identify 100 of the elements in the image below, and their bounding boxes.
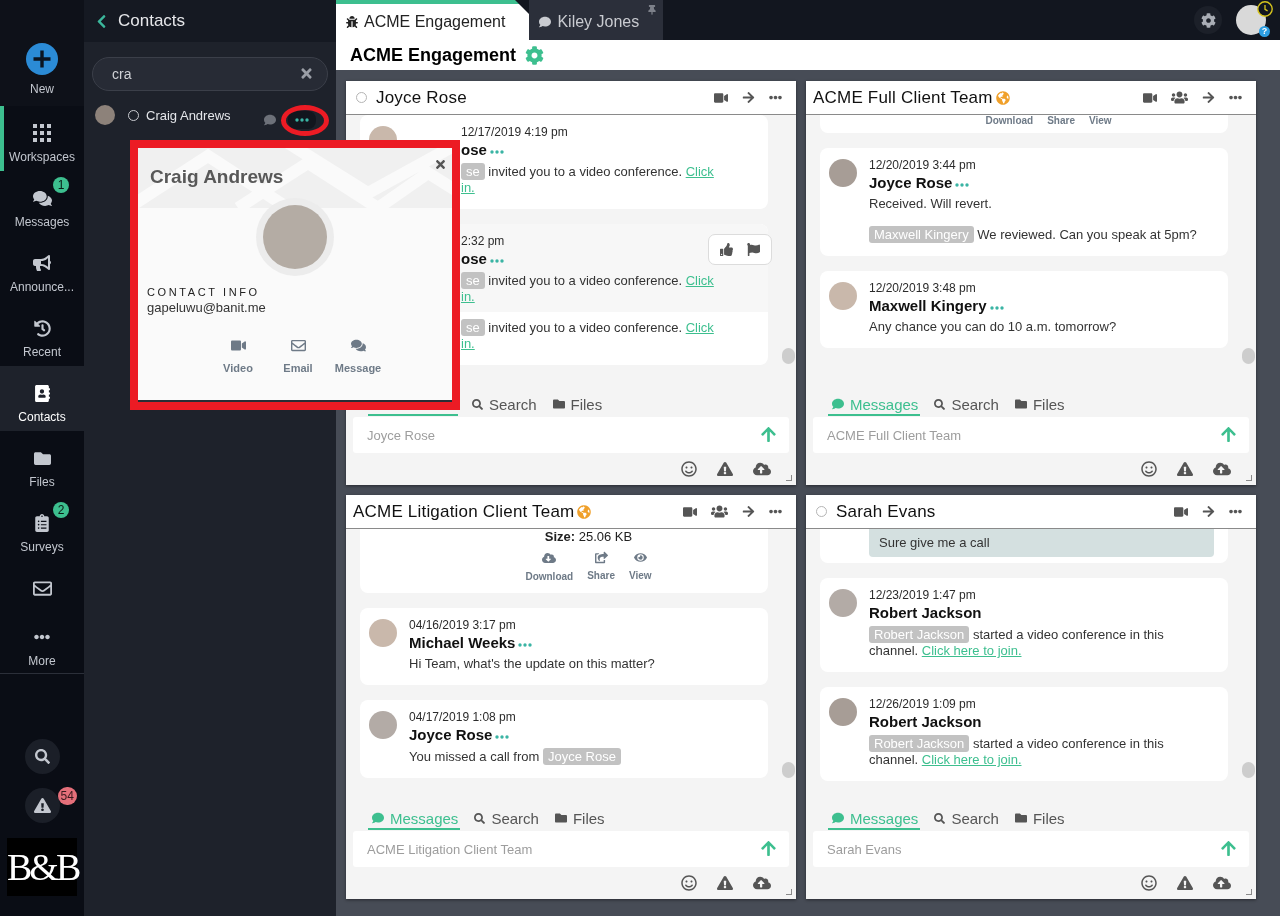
- envelope-icon[interactable]: [32, 578, 52, 598]
- message-text: Robert Jackson started a video conference in this channel. Click here to join.: [869, 626, 1165, 659]
- envelope-icon: [290, 338, 306, 353]
- message-date: 12/17/2019 4:19 pm: [461, 126, 569, 139]
- nav-item[interactable]: Surveys 2: [0, 496, 84, 561]
- chat-bubbles-icon[interactable]: [32, 188, 52, 208]
- search-tab[interactable]: Search: [930, 808, 1001, 830]
- mention-chip: Joyce Rose: [542, 748, 621, 765]
- view-button[interactable]: View: [1087, 115, 1114, 127]
- cloud-upload-icon[interactable]: [753, 460, 771, 478]
- clear-icon[interactable]: [299, 66, 314, 81]
- warning-icon[interactable]: [717, 461, 733, 477]
- nav-item[interactable]: Recent: [0, 301, 84, 366]
- emoji-icon[interactable]: [1141, 461, 1157, 477]
- settings-button[interactable]: [1194, 6, 1222, 34]
- scrollbar-thumb[interactable]: [782, 348, 795, 364]
- cloud-upload-icon[interactable]: [1213, 874, 1231, 892]
- video-button[interactable]: Video: [208, 338, 268, 375]
- scrollbar-thumb[interactable]: [1242, 348, 1255, 364]
- group-icon[interactable]: [711, 503, 728, 520]
- message-text: You missed a call from Joyce Rose: [409, 748, 744, 765]
- nav-item[interactable]: Workspaces: [0, 106, 84, 171]
- document-tab[interactable]: Kiley Jones: [529, 0, 664, 40]
- author-name: Maxwell Kingery: [869, 296, 987, 314]
- contact-name: Craig Andrews: [150, 165, 284, 188]
- resize-grip-icon[interactable]: [1246, 889, 1252, 895]
- video-icon[interactable]: [1143, 90, 1157, 105]
- more-button[interactable]: [288, 111, 316, 129]
- arrow-right-icon[interactable]: [742, 505, 755, 518]
- clipboard-icon[interactable]: [33, 514, 51, 532]
- emoji-icon[interactable]: [1141, 875, 1157, 891]
- video-icon[interactable]: [1174, 504, 1188, 519]
- emoji-icon[interactable]: [681, 461, 697, 477]
- warning-icon[interactable]: [1177, 875, 1193, 891]
- message-input[interactable]: ACME Full Client Team: [813, 417, 1249, 453]
- search-tab[interactable]: Search: [470, 808, 541, 830]
- files-tab[interactable]: Files: [550, 808, 607, 830]
- alerts-button[interactable]: [24, 788, 60, 823]
- document-tab[interactable]: ACME Engagement: [336, 0, 530, 40]
- nav-item[interactable]: Files: [0, 431, 84, 496]
- arrow-right-icon[interactable]: [742, 91, 755, 104]
- more-icon: [295, 118, 309, 122]
- scrollbar-thumb[interactable]: [1242, 762, 1255, 778]
- pin-icon[interactable]: [647, 5, 658, 15]
- nav-item[interactable]: Contacts: [0, 366, 84, 431]
- address-book-icon[interactable]: [33, 384, 51, 402]
- arrow-right-icon[interactable]: [1202, 505, 1215, 518]
- files-tab[interactable]: Files: [548, 394, 605, 416]
- search-icon: [34, 749, 50, 764]
- folder-icon[interactable]: [33, 449, 51, 467]
- nav-item[interactable]: Announce...: [0, 236, 84, 301]
- message-button[interactable]: Message: [328, 338, 388, 375]
- message-input[interactable]: Joyce Rose: [353, 417, 789, 453]
- mention-chip: se: [461, 272, 485, 289]
- arrow-right-icon[interactable]: [1202, 91, 1215, 104]
- email-button[interactable]: Email: [268, 338, 328, 375]
- message-input[interactable]: ACME Litigation Client Team: [353, 831, 789, 867]
- new-button[interactable]: New: [0, 0, 84, 106]
- thumbs-up-icon[interactable]: [720, 243, 733, 256]
- chat-bubble-icon: [372, 812, 384, 824]
- close-icon[interactable]: [434, 158, 447, 171]
- history-icon[interactable]: [33, 319, 51, 337]
- video-icon[interactable]: [683, 504, 697, 519]
- warning-icon[interactable]: [1177, 461, 1193, 477]
- chat-bubble-icon: [832, 398, 844, 410]
- share-button[interactable]: Share: [585, 551, 617, 583]
- download-button[interactable]: Download: [523, 551, 576, 583]
- contact-name[interactable]: Craig Andrews: [146, 107, 231, 123]
- resize-grip-icon[interactable]: [786, 889, 792, 895]
- search-tab[interactable]: Search: [468, 394, 539, 416]
- message-input[interactable]: Sarah Evans: [813, 831, 1249, 867]
- view-button[interactable]: View: [627, 551, 654, 583]
- chat-bubble-icon[interactable]: [264, 114, 276, 126]
- megaphone-icon[interactable]: [33, 254, 51, 272]
- emoji-icon[interactable]: [681, 875, 697, 891]
- share-button[interactable]: Share: [1045, 115, 1077, 127]
- flag-icon[interactable]: [747, 243, 760, 256]
- author-name: Michael Weeks: [409, 633, 516, 651]
- files-tab[interactable]: Files: [1010, 394, 1067, 416]
- search-field[interactable]: cra: [92, 57, 328, 91]
- search-tab[interactable]: Search: [930, 394, 1001, 416]
- globe-icon: [577, 504, 592, 519]
- panel-title: Joyce Rose: [376, 87, 467, 108]
- cloud-upload-icon[interactable]: [1213, 460, 1231, 478]
- avatar-placeholder: [95, 105, 115, 125]
- nav-item[interactable]: Messages 1: [0, 171, 84, 236]
- download-button[interactable]: Download: [983, 115, 1036, 127]
- resize-grip-icon[interactable]: [786, 475, 792, 481]
- video-icon: [230, 338, 246, 353]
- resize-grip-icon[interactable]: [1246, 475, 1252, 481]
- warning-icon[interactable]: [717, 875, 733, 891]
- logo: B&B: [7, 838, 77, 896]
- scrollbar-thumb[interactable]: [782, 762, 795, 778]
- grid-icon[interactable]: [33, 124, 51, 142]
- group-icon[interactable]: [1171, 89, 1188, 106]
- video-icon[interactable]: [714, 90, 728, 105]
- files-tab[interactable]: Files: [1010, 808, 1067, 830]
- search-button[interactable]: [24, 739, 60, 774]
- plus-icon[interactable]: [26, 43, 58, 75]
- cloud-upload-icon[interactable]: [753, 874, 771, 892]
